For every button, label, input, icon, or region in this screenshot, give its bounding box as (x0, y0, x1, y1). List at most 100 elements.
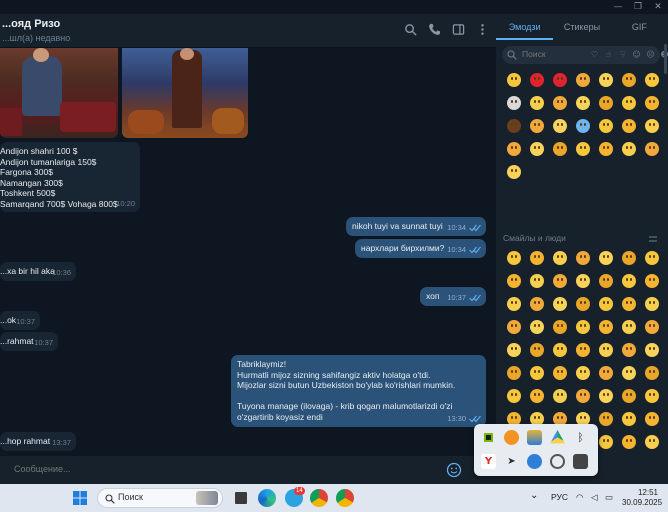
emoji-button-icon[interactable] (446, 462, 462, 478)
telegram-tray-icon[interactable]: ➤ (504, 454, 519, 469)
emoji-cell[interactable] (617, 246, 640, 269)
emoji-cell[interactable] (594, 384, 617, 407)
emoji-cell[interactable] (571, 246, 594, 269)
emoji-cell[interactable] (594, 246, 617, 269)
emoji-cell[interactable] (571, 137, 594, 160)
grid-tray-icon[interactable] (573, 454, 588, 469)
emoji-cell[interactable] (502, 338, 525, 361)
emoji-cell[interactable] (594, 315, 617, 338)
language-indicator[interactable]: РУС (551, 492, 568, 502)
emoji-cell[interactable] (525, 137, 548, 160)
emoji-cell[interactable] (640, 430, 663, 453)
chat-header[interactable]: ...ояд Ризо ...шл(а) недавно (0, 14, 496, 48)
emoji-cell[interactable] (548, 114, 571, 137)
emoji-cell[interactable] (502, 114, 525, 137)
message-out-nikoh[interactable]: nikoh tuyi va sunnat tuyi 10:34 (346, 217, 486, 236)
chrome-profile-app-icon[interactable] (336, 489, 354, 507)
emoji-cell[interactable] (525, 338, 548, 361)
emoji-cell[interactable] (594, 292, 617, 315)
yandex-tray-icon[interactable]: Y (481, 454, 496, 469)
emoji-cell[interactable] (617, 361, 640, 384)
nvidia-tray-icon[interactable] (481, 430, 496, 445)
emoji-cell[interactable] (617, 292, 640, 315)
emoji-cell[interactable] (571, 292, 594, 315)
battery-icon[interactable]: ▭ (605, 492, 613, 503)
message-prices[interactable]: Andijon shahri 100 $ Andijon tumanlariga… (0, 142, 140, 212)
tab-gif[interactable]: GIF (611, 14, 668, 40)
emoji-cell[interactable] (548, 68, 571, 91)
emoji-cell[interactable] (617, 384, 640, 407)
task-view-icon[interactable] (232, 489, 250, 507)
tray-overflow-chevron-icon[interactable]: ⌄ (530, 490, 538, 501)
emoji-cell[interactable] (617, 338, 640, 361)
emoji-cell[interactable] (594, 114, 617, 137)
collapse-section-icon[interactable] (648, 234, 658, 244)
windows-start-icon[interactable] (72, 490, 88, 506)
emoji-cell[interactable] (617, 137, 640, 160)
message-in-ok[interactable]: ...ok 10:37 (0, 311, 40, 330)
emoji-cell[interactable] (548, 246, 571, 269)
sidebar-toggle-icon[interactable] (451, 22, 466, 37)
emoji-cell[interactable] (502, 137, 525, 160)
emoji-cell[interactable] (502, 160, 525, 183)
emoji-cell[interactable] (571, 338, 594, 361)
emoji-cell[interactable] (525, 384, 548, 407)
emoji-cell[interactable] (640, 407, 663, 430)
chrome-app-icon[interactable] (310, 489, 328, 507)
emoji-cell[interactable] (525, 91, 548, 114)
emoji-cell[interactable] (525, 114, 548, 137)
emoji-cell[interactable] (594, 338, 617, 361)
edge-app-icon[interactable] (258, 489, 276, 507)
emoji-cell[interactable] (548, 91, 571, 114)
emoji-cell[interactable] (640, 315, 663, 338)
wifi-icon[interactable]: ◠ (576, 492, 583, 503)
emoji-cell[interactable] (571, 269, 594, 292)
emoji-cell[interactable] (502, 68, 525, 91)
emoji-cell[interactable] (502, 292, 525, 315)
emoji-cell[interactable] (617, 407, 640, 430)
chat-photo-2[interactable] (122, 48, 248, 138)
more-menu-icon[interactable] (475, 22, 490, 37)
emoji-cell[interactable] (525, 361, 548, 384)
emoji-cell[interactable] (617, 114, 640, 137)
tab-emoji[interactable]: Эмодзи (496, 14, 554, 40)
emoji-search-input[interactable] (522, 49, 582, 59)
chat-photo-1[interactable] (0, 48, 118, 138)
emoji-cell[interactable] (594, 91, 617, 114)
message-out-prices-question[interactable]: нархлари бирхилми? 10:34 (355, 239, 486, 258)
tab-stickers[interactable]: Стикеры (553, 14, 610, 40)
emoji-cell[interactable] (548, 137, 571, 160)
emoji-cell[interactable] (617, 315, 640, 338)
emoji-cell[interactable] (640, 338, 663, 361)
bluetooth-tray-icon[interactable]: ᛒ (573, 430, 588, 445)
message-in-thanks[interactable]: ...rahmat 10:37 (0, 332, 58, 351)
emoji-cell[interactable] (502, 246, 525, 269)
emoji-cell[interactable] (525, 269, 548, 292)
emoji-panel-scrollbar[interactable] (664, 44, 667, 74)
emoji-cell[interactable] (640, 384, 663, 407)
emoji-cell[interactable] (617, 91, 640, 114)
thumbs-up-category-icon[interactable]: ☝ (604, 49, 613, 60)
emoji-cell[interactable] (640, 269, 663, 292)
message-out-congrats[interactable]: Tabriklaymiz! Hurmatli mijoz sizning sah… (231, 355, 486, 427)
emoji-cell[interactable] (640, 68, 663, 91)
close-button[interactable]: ✕ (648, 0, 668, 14)
emoji-cell[interactable] (525, 292, 548, 315)
emoji-cell[interactable] (640, 292, 663, 315)
emoji-cell[interactable] (502, 315, 525, 338)
emoji-cell[interactable] (640, 91, 663, 114)
thumbs-down-category-icon[interactable]: ☟ (618, 49, 627, 60)
phone-icon[interactable] (427, 22, 442, 37)
message-out-ok[interactable]: хоп 10:37 (420, 287, 486, 306)
stack-tray-icon[interactable] (527, 430, 542, 445)
taskbar-clock[interactable]: 12:51 30.09.2025 (622, 488, 662, 508)
emoji-cell[interactable] (640, 137, 663, 160)
emoji-cell[interactable] (571, 68, 594, 91)
emoji-cell[interactable] (640, 246, 663, 269)
emoji-cell[interactable] (640, 114, 663, 137)
emoji-cell[interactable] (548, 384, 571, 407)
minimize-button[interactable]: — (608, 0, 628, 14)
emoji-cell[interactable] (594, 137, 617, 160)
emoji-cell[interactable] (548, 292, 571, 315)
taskbar-search[interactable]: Поиск (97, 488, 223, 508)
